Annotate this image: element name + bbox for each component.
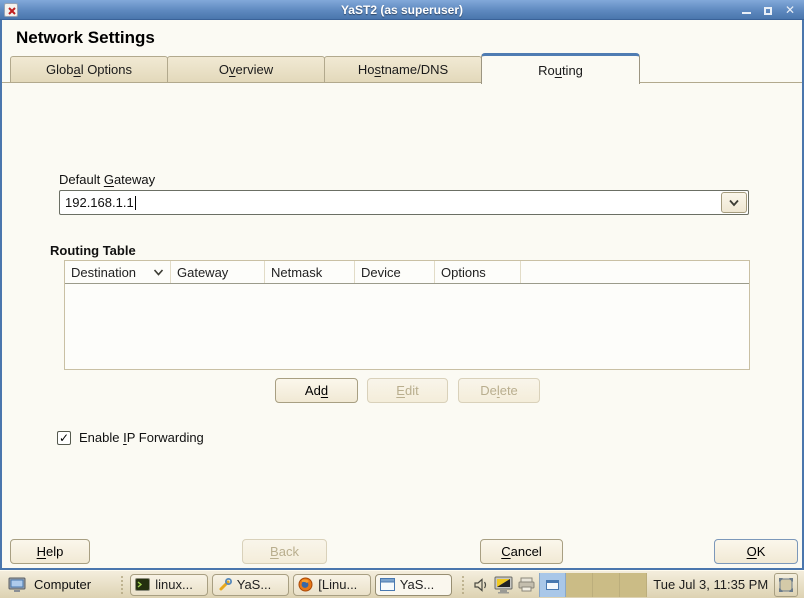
ok-button[interactable]: OK bbox=[714, 539, 798, 564]
tab-hostname-dns[interactable]: Hostname/DNS bbox=[324, 56, 482, 83]
ip-forwarding-label: Enable IP Forwarding bbox=[79, 430, 204, 445]
add-button[interactable]: Add bbox=[275, 378, 358, 403]
close-button[interactable]: ✕ bbox=[784, 4, 796, 16]
window-title: YaST2 (as superuser) bbox=[340, 2, 464, 17]
back-button: Back bbox=[242, 539, 327, 564]
tab-routing[interactable]: Routing bbox=[481, 53, 640, 84]
taskbar-item-yast-window[interactable]: YaS... bbox=[374, 573, 453, 596]
tab-global-options[interactable]: Global Options bbox=[10, 56, 168, 83]
edit-button: Edit bbox=[367, 378, 448, 403]
computer-icon bbox=[8, 577, 26, 592]
volume-icon[interactable] bbox=[473, 577, 490, 593]
window-icon bbox=[379, 578, 395, 591]
network-settings-dialog: Network Settings Global Options Overview… bbox=[0, 20, 804, 570]
sort-chevron-down-icon bbox=[153, 268, 164, 276]
show-desktop-icon bbox=[779, 577, 794, 592]
printer-icon[interactable] bbox=[518, 577, 537, 592]
pager-window-thumb bbox=[546, 579, 560, 590]
chevron-down-icon bbox=[729, 199, 739, 206]
page-title: Network Settings bbox=[16, 28, 155, 47]
computer-menu-button[interactable]: Computer bbox=[8, 577, 115, 593]
system-tray bbox=[473, 576, 537, 594]
delete-button: Delete bbox=[458, 378, 540, 403]
desktop-pager bbox=[539, 572, 648, 597]
pager-desktop-3[interactable] bbox=[593, 572, 621, 597]
column-header-netmask[interactable]: Netmask bbox=[265, 261, 355, 283]
tray-drag-handle[interactable] bbox=[461, 574, 467, 595]
desktop-screen: YaST2 (as superuser) ✕ Network Settings … bbox=[0, 0, 804, 598]
minimize-button[interactable] bbox=[740, 4, 752, 16]
default-gateway-combobox[interactable]: 192.168.1.1 bbox=[59, 190, 749, 215]
taskbar-item-firefox[interactable]: [Linu... bbox=[293, 573, 371, 596]
pager-desktop-4[interactable] bbox=[620, 572, 648, 597]
routing-table-label: Routing Table bbox=[50, 243, 136, 258]
cancel-button[interactable]: Cancel bbox=[480, 539, 563, 564]
pager-desktop-2[interactable] bbox=[566, 572, 594, 597]
terminal-icon bbox=[135, 578, 151, 591]
ip-forwarding-checkbox[interactable]: ✓ bbox=[57, 430, 71, 445]
taskbar-clock[interactable]: Tue Jul 3, 11:35 PM bbox=[647, 577, 774, 592]
firefox-icon bbox=[298, 577, 313, 592]
yast-wrench-icon bbox=[219, 577, 232, 590]
default-gateway-value: 192.168.1.1 bbox=[65, 195, 134, 210]
ip-forwarding-row: ✓ Enable IP Forwarding bbox=[57, 430, 204, 445]
column-header-gateway[interactable]: Gateway bbox=[171, 261, 265, 283]
taskbar: Computer linux... YaS... [Linu... YaS...… bbox=[0, 570, 804, 598]
show-desktop-button[interactable] bbox=[774, 572, 799, 597]
routing-table-body-empty[interactable] bbox=[65, 284, 749, 370]
routing-table-header: Destination Gateway Netmask Device Optio… bbox=[65, 261, 749, 284]
default-gateway-label: Default Gateway bbox=[59, 172, 156, 187]
text-caret bbox=[134, 195, 136, 210]
taskbar-item-terminal[interactable]: linux... bbox=[130, 573, 208, 596]
combobox-dropdown-button[interactable] bbox=[721, 192, 747, 213]
column-header-options[interactable]: Options bbox=[435, 261, 521, 283]
column-header-device[interactable]: Device bbox=[355, 261, 435, 283]
help-button[interactable]: Help bbox=[10, 539, 90, 564]
taskbar-item-yast-control[interactable]: YaS... bbox=[211, 573, 290, 596]
column-header-destination[interactable]: Destination bbox=[65, 261, 171, 283]
maximize-button[interactable] bbox=[762, 4, 774, 16]
window-titlebar[interactable]: YaST2 (as superuser) ✕ bbox=[0, 0, 804, 20]
computer-menu-label: Computer bbox=[34, 577, 92, 592]
routing-table[interactable]: Destination Gateway Netmask Device Optio… bbox=[64, 260, 750, 370]
tab-overview[interactable]: Overview bbox=[167, 56, 325, 83]
column-header-filler bbox=[521, 261, 749, 283]
panel-drag-handle[interactable] bbox=[120, 574, 126, 595]
display-settings-icon[interactable] bbox=[494, 576, 514, 594]
pager-desktop-1[interactable] bbox=[539, 572, 567, 597]
